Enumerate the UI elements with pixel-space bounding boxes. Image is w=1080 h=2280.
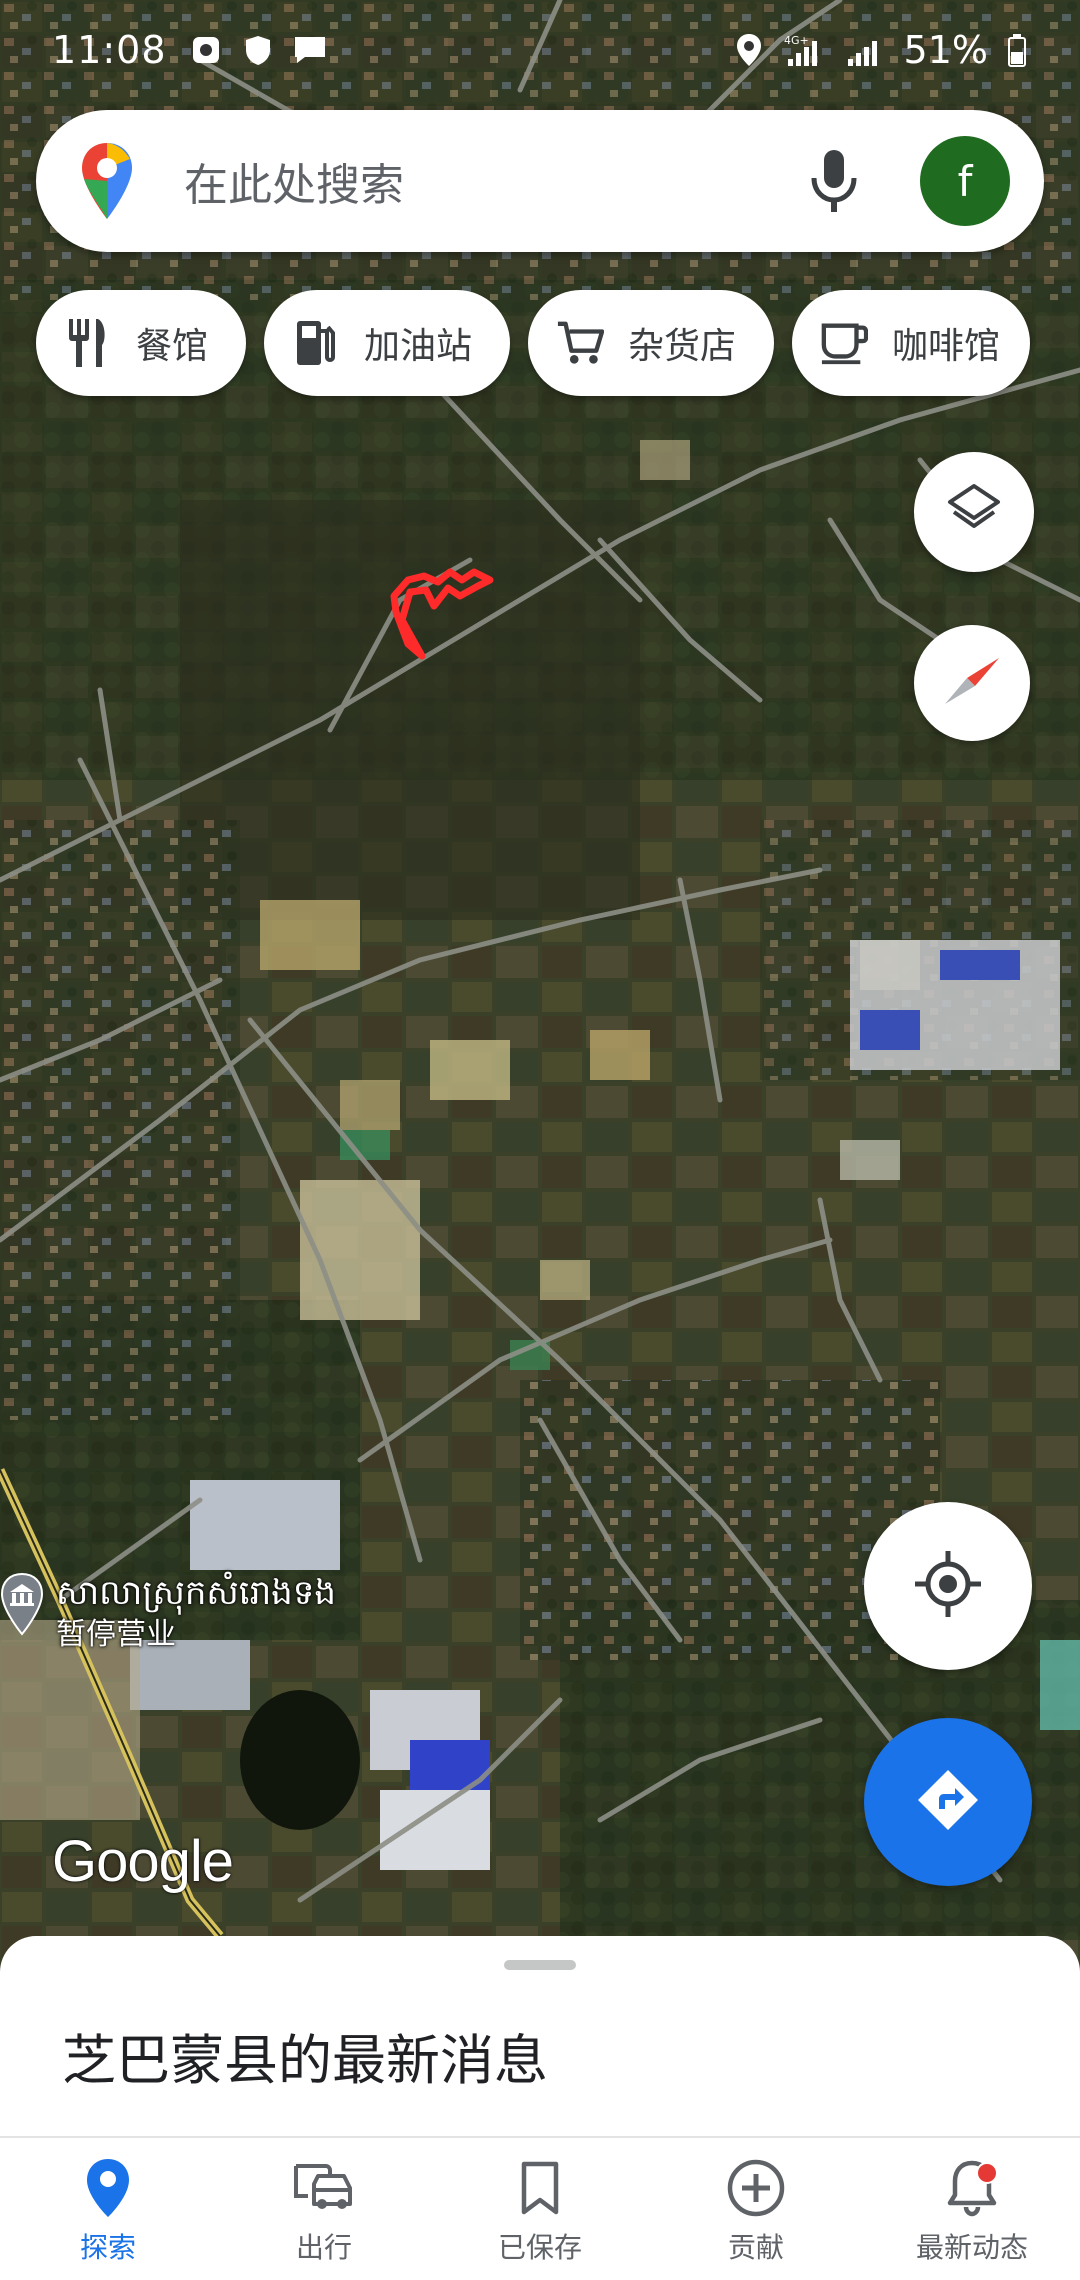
chip-label: 加油站 <box>364 326 473 367</box>
nav-saved[interactable]: 已保存 <box>432 2138 648 2280</box>
cafe-icon <box>820 319 869 367</box>
nav-contribute[interactable]: 贡献 <box>648 2138 864 2280</box>
chip-label: 餐馆 <box>136 326 209 367</box>
bottom-navigation: 探索 出行 已保存 贡献 最新动态 <box>0 2136 1080 2280</box>
category-chips: 餐馆 加油站 杂货店 咖啡馆 <box>36 290 1031 396</box>
chip-label: 杂货店 <box>628 326 737 367</box>
shield-icon <box>241 33 275 67</box>
nav-explore[interactable]: 探索 <box>0 2138 216 2280</box>
explore-pin-icon <box>76 2156 140 2220</box>
search-bar[interactable]: 在此处搜索 f <box>36 110 1044 252</box>
message-icon <box>293 33 327 67</box>
nav-label: 最新动态 <box>915 2231 1028 2264</box>
account-avatar[interactable]: f <box>920 136 1010 226</box>
battery-percent: 51% <box>903 28 988 72</box>
grocery-cart-icon <box>556 319 605 367</box>
restaurant-icon <box>64 319 112 367</box>
google-maps-logo-icon <box>80 141 134 221</box>
chip-label: 咖啡馆 <box>892 326 1001 367</box>
location-icon <box>732 33 766 67</box>
nav-label: 贡献 <box>727 2231 784 2264</box>
nav-label: 探索 <box>79 2231 136 2264</box>
add-circle-icon <box>724 2156 788 2220</box>
battery-icon <box>1006 33 1028 67</box>
signal-icon <box>846 33 886 67</box>
chip-restaurants[interactable]: 餐馆 <box>36 290 247 396</box>
place-status: 暂停营业 <box>56 1617 176 1652</box>
signal-4g-icon: 4G+ <box>784 33 828 67</box>
nav-label: 已保存 <box>497 2231 582 2264</box>
screen-record-icon <box>189 33 223 67</box>
government-building-pin-icon <box>0 1572 44 1636</box>
notification-badge <box>976 2162 998 2184</box>
nav-commute[interactable]: 出行 <box>216 2138 432 2280</box>
gas-station-icon <box>292 319 340 367</box>
nav-updates[interactable]: 最新动态 <box>864 2138 1080 2280</box>
layers-button[interactable] <box>914 452 1034 572</box>
chip-cafes[interactable]: 咖啡馆 <box>792 290 1031 396</box>
sheet-title: 芝巴蒙县的最新消息 <box>62 2029 548 2092</box>
status-bar: 11:08 4G+ 51% <box>0 0 1080 100</box>
bottom-sheet[interactable]: 芝巴蒙县的最新消息 <box>0 1936 1080 2136</box>
my-location-button[interactable] <box>864 1502 1032 1670</box>
svg-text:4G+: 4G+ <box>784 34 809 47</box>
directions-icon <box>915 1767 981 1837</box>
search-input[interactable]: 在此处搜索 <box>184 149 804 213</box>
google-attribution: Google <box>52 1829 234 1894</box>
chip-groceries[interactable]: 杂货店 <box>528 290 775 396</box>
commute-icon <box>292 2156 356 2220</box>
compass-button[interactable] <box>914 625 1030 741</box>
place-name: សាលាស្រុកសំរោងទង <box>56 1573 336 1613</box>
my-location-icon <box>913 1549 983 1623</box>
sheet-drag-handle[interactable] <box>504 1960 576 1970</box>
bookmark-icon <box>508 2156 572 2220</box>
chip-gas-stations[interactable]: 加油站 <box>264 290 511 396</box>
nav-label: 出行 <box>295 2231 352 2264</box>
layers-icon <box>946 482 1002 542</box>
directions-button[interactable] <box>864 1718 1032 1886</box>
status-time: 11:08 <box>52 28 167 72</box>
place-label[interactable]: សាលាស្រុកសំរោងទង 暂停营业 <box>0 1572 336 1654</box>
microphone-icon[interactable] <box>804 146 864 216</box>
compass-icon <box>939 648 1005 718</box>
